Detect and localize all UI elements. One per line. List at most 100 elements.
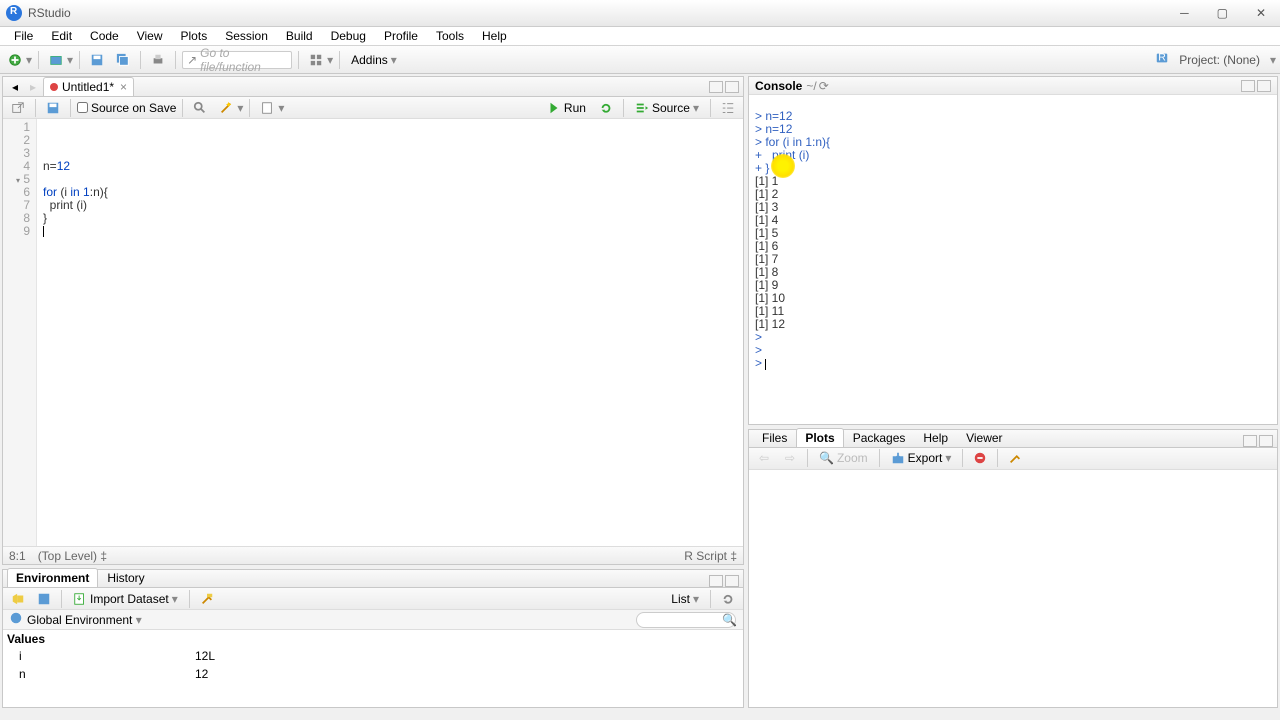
save-doc-button[interactable] (42, 98, 64, 118)
console-path: ~/ (806, 79, 816, 93)
project-dropdown-icon[interactable]: ▾ (1270, 53, 1276, 67)
maximize-button[interactable]: ▢ (1209, 4, 1236, 22)
wand-dropdown-icon[interactable]: ▾ (237, 101, 243, 115)
zoom-button[interactable]: 🔍 Zoom (814, 449, 873, 467)
env-toolbar: Import Dataset ▾ List ▾ (3, 588, 743, 610)
close-button[interactable]: ✕ (1248, 4, 1274, 22)
env-search-input[interactable] (636, 612, 736, 628)
source-tab-untitled1[interactable]: Untitled1* × (43, 77, 134, 96)
menu-edit[interactable]: Edit (43, 27, 80, 45)
menu-plots[interactable]: Plots (173, 27, 216, 45)
tab-help[interactable]: Help (914, 428, 957, 447)
compile-dropdown-icon[interactable]: ▾ (278, 101, 284, 115)
minimize-button[interactable]: ─ (1172, 4, 1197, 22)
new-file-dropdown-icon[interactable]: ▾ (26, 53, 32, 67)
menu-debug[interactable]: Debug (323, 27, 374, 45)
goto-icon: ↗ (187, 53, 197, 67)
console-title: Console (755, 79, 802, 93)
run-button[interactable]: Run (542, 99, 591, 117)
menu-session[interactable]: Session (217, 27, 276, 45)
popout-button[interactable] (7, 98, 29, 118)
save-workspace-button[interactable] (33, 589, 55, 609)
export-icon (891, 451, 905, 465)
menu-code[interactable]: Code (82, 27, 127, 45)
menu-tools[interactable]: Tools (428, 27, 472, 45)
menu-help[interactable]: Help (474, 27, 515, 45)
plots-toolbar: ⇦ ⇨ 🔍 Zoom Export ▾ (749, 448, 1277, 470)
pane-minimize-icon[interactable] (709, 575, 723, 587)
tab-files[interactable]: Files (753, 428, 796, 447)
nav-back-button[interactable]: ◂ (7, 77, 23, 97)
open-dropdown-icon[interactable]: ▾ (67, 53, 73, 67)
tab-viewer[interactable]: Viewer (957, 428, 1011, 447)
console-output[interactable]: > n=12 > n=12 > for (i in 1:n){ + print … (749, 95, 1277, 424)
grid-dropdown-icon[interactable]: ▾ (327, 53, 333, 67)
env-row-i[interactable]: i12L (9, 648, 737, 664)
save-all-button[interactable] (112, 50, 134, 70)
pane-maximize-icon[interactable] (725, 575, 739, 587)
console-path-icon[interactable]: ⟳ (819, 79, 829, 93)
plot-area (749, 470, 1277, 707)
new-file-button[interactable] (4, 50, 26, 70)
grid-button[interactable] (305, 50, 327, 70)
tab-plots[interactable]: Plots (796, 428, 843, 447)
unsaved-indicator-icon (50, 83, 58, 91)
menu-view[interactable]: View (129, 27, 171, 45)
pane-minimize-icon[interactable] (1241, 80, 1255, 92)
remove-plot-button[interactable] (969, 448, 991, 468)
source-tabs: ◂ ▸ Untitled1* × (3, 77, 743, 97)
plot-next-button[interactable]: ⇨ (779, 448, 801, 468)
outline-button[interactable] (717, 98, 739, 118)
pane-maximize-icon[interactable] (1259, 435, 1273, 447)
fp-tabs: Files Plots Packages Help Viewer (749, 430, 1277, 448)
menu-build[interactable]: Build (278, 27, 321, 45)
tab-history[interactable]: History (98, 568, 153, 587)
env-row-n[interactable]: n12 (9, 666, 737, 682)
compile-button[interactable] (256, 98, 278, 118)
menu-file[interactable]: File (6, 27, 41, 45)
project-menu[interactable]: Project: (None) (1173, 53, 1266, 67)
list-view-button[interactable]: List ▾ (666, 590, 704, 608)
plot-prev-button[interactable]: ⇦ (753, 448, 775, 468)
code-editor[interactable]: 1 2 3 4 ▾ 5 6 7 8 9 n=12 for (i in 1:n){… (3, 119, 743, 546)
pane-minimize-icon[interactable] (1243, 435, 1257, 447)
load-workspace-button[interactable] (7, 589, 29, 609)
nav-fwd-button[interactable]: ▸ (25, 77, 41, 97)
import-dataset-button[interactable]: Import Dataset ▾ (68, 590, 183, 608)
pane-maximize-icon[interactable] (1257, 80, 1271, 92)
search-icon: 🔍 (722, 613, 737, 627)
addins-button[interactable]: Addins ▾ (346, 51, 402, 69)
pane-maximize-icon[interactable] (725, 81, 739, 93)
find-button[interactable] (189, 98, 211, 118)
source-on-save-checkbox[interactable]: Source on Save (77, 101, 176, 115)
source-button[interactable]: Source ▾ (630, 99, 704, 117)
clear-workspace-button[interactable] (196, 589, 218, 609)
line-gutter: 1 2 3 4 ▾ 5 6 7 8 9 (3, 119, 37, 546)
goto-placeholder: Go to file/function (200, 46, 287, 74)
language-indicator[interactable]: R Script ‡ (684, 549, 737, 563)
import-icon (73, 592, 87, 606)
code-content[interactable]: n=12 for (i in 1:n){ print (i)} (37, 119, 743, 546)
plots-pane: Files Plots Packages Help Viewer ⇦ ⇨ 🔍 Z… (748, 429, 1278, 708)
pane-minimize-icon[interactable] (709, 81, 723, 93)
save-button[interactable] (86, 50, 108, 70)
tab-environment[interactable]: Environment (7, 568, 98, 587)
refresh-env-button[interactable] (717, 589, 739, 609)
rstudio-logo-icon (6, 5, 22, 21)
export-button[interactable]: Export ▾ (886, 449, 957, 467)
new-project-button[interactable] (45, 50, 67, 70)
tab-close-icon[interactable]: × (120, 80, 127, 94)
goto-file-input[interactable]: ↗ Go to file/function (182, 51, 292, 69)
source-statusbar: 8:1 (Top Level) ‡ R Script ‡ (3, 546, 743, 564)
rerun-button[interactable] (595, 98, 617, 118)
scope-selector[interactable]: Global Environment ▾ (27, 613, 142, 627)
cursor-position: 8:1 (9, 549, 26, 563)
scope-indicator[interactable]: (Top Level) ‡ (38, 549, 107, 563)
window-controls: ─ ▢ ✕ (1172, 4, 1274, 22)
menu-profile[interactable]: Profile (376, 27, 426, 45)
print-button[interactable] (147, 50, 169, 70)
tab-label: Untitled1* (62, 80, 114, 94)
tab-packages[interactable]: Packages (844, 428, 915, 447)
wand-button[interactable] (215, 98, 237, 118)
clear-plots-button[interactable] (1004, 448, 1026, 468)
